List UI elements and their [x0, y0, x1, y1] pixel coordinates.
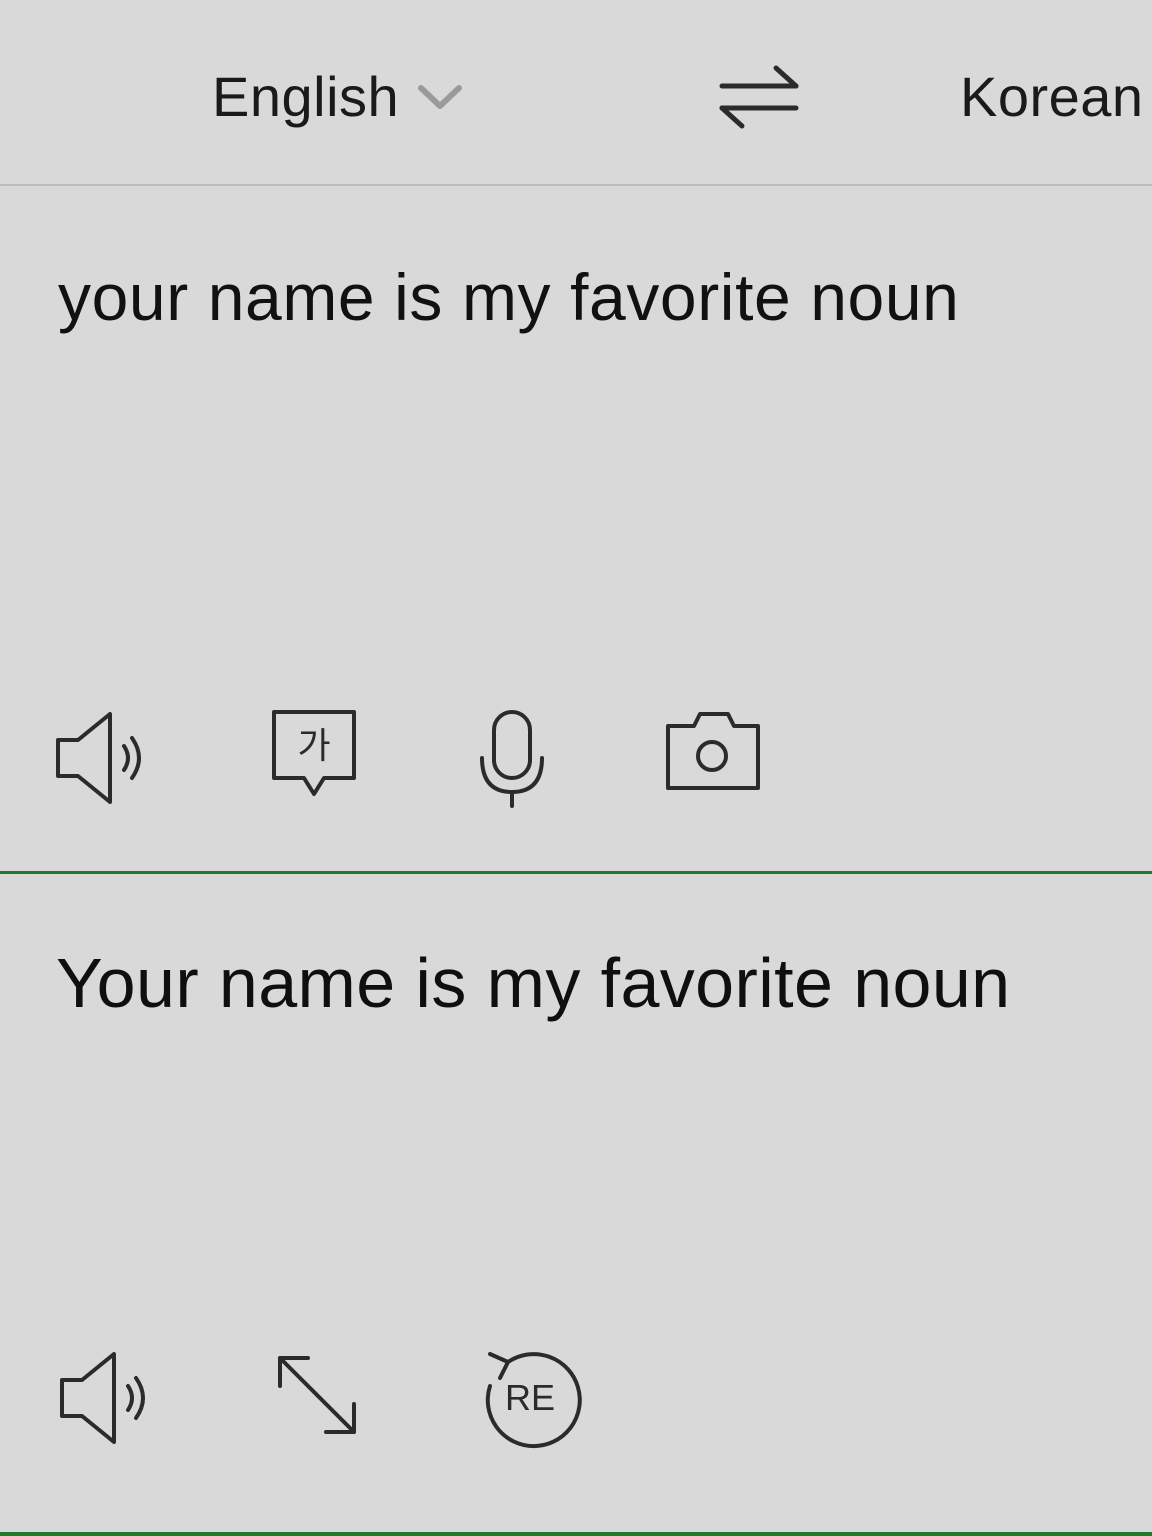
language-bar: English Korean — [0, 0, 1152, 186]
microphone-icon — [480, 710, 544, 808]
translated-text: Your name is my favorite noun — [56, 944, 1011, 1022]
swap-arrows-icon — [719, 65, 799, 129]
voice-input-button[interactable] — [460, 706, 564, 810]
source-language-selector[interactable]: English — [212, 62, 463, 132]
target-language-selector[interactable]: Korean — [960, 62, 1144, 132]
expand-icon — [278, 1356, 356, 1434]
source-input-pane[interactable]: your name is my favorite noun 가 — [0, 186, 1152, 874]
speaker-icon — [56, 712, 141, 804]
hangul-glyph: 가 — [297, 726, 330, 767]
retranslate-button[interactable]: RE — [478, 1346, 582, 1450]
speaker-icon — [60, 1352, 145, 1444]
chevron-down-icon — [417, 82, 463, 112]
source-language-label: English — [212, 65, 400, 128]
expand-button[interactable] — [268, 1346, 372, 1450]
swap-languages-button[interactable] — [716, 62, 802, 132]
handwriting-input-button[interactable]: 가 — [266, 706, 370, 810]
translation-result-pane: Your name is my favorite noun RE — [0, 874, 1152, 1536]
retranslate-label: RE — [505, 1377, 555, 1418]
source-text-input[interactable]: your name is my favorite noun — [58, 252, 1118, 342]
retranslate-icon: RE — [485, 1352, 582, 1449]
source-speak-button[interactable] — [52, 706, 156, 810]
handwriting-icon: 가 — [272, 710, 356, 796]
bottom-divider — [0, 1532, 1152, 1536]
camera-input-button[interactable] — [660, 706, 764, 810]
camera-icon — [666, 712, 760, 790]
target-language-label: Korean — [960, 65, 1144, 128]
result-speak-button[interactable] — [56, 1346, 160, 1450]
